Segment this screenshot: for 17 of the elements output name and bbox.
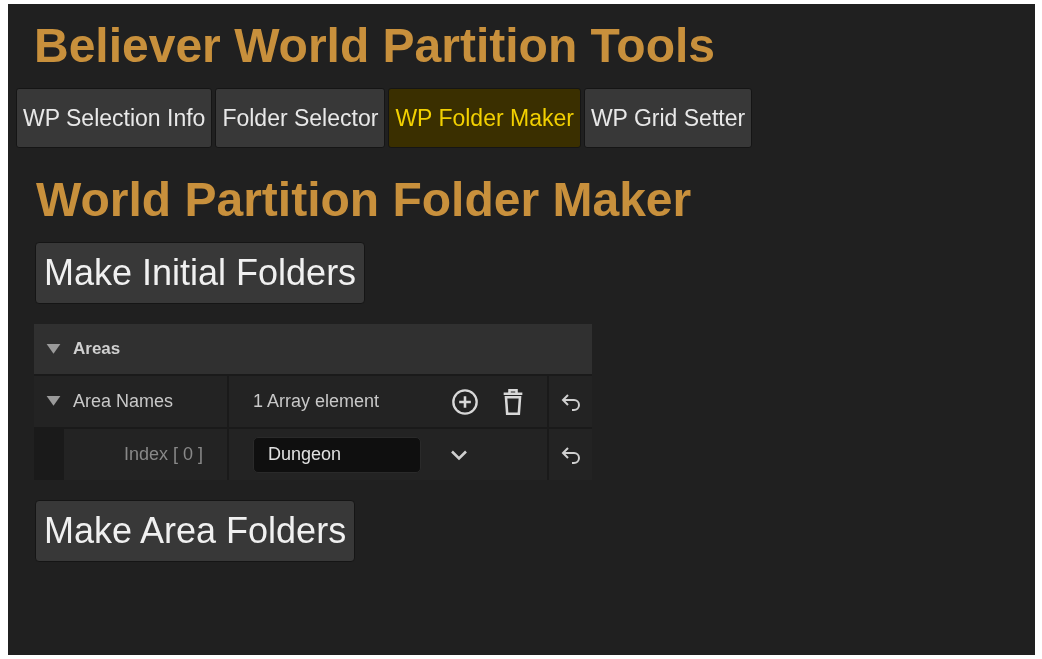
- index-label: Index [ 0 ]: [123, 444, 203, 465]
- make-initial-folders-button[interactable]: Make Initial Folders: [35, 242, 366, 304]
- section-heading: World Partition Folder Maker: [36, 172, 693, 228]
- expand-arrow-icon[interactable]: [46, 343, 61, 355]
- tab[interactable]: Folder Selector: [215, 88, 386, 148]
- category-header[interactable]: Areas: [34, 324, 592, 374]
- expand-arrow-icon[interactable]: [46, 396, 61, 407]
- array-count: 1 Array element: [253, 391, 380, 412]
- add-icon[interactable]: [451, 387, 479, 416]
- panel-title: Believer World Partition Tools: [34, 18, 716, 74]
- tab[interactable]: WP Grid Setter: [583, 88, 753, 148]
- tab[interactable]: WP Folder Maker: [388, 88, 581, 148]
- make-area-folders-button[interactable]: Make Area Folders: [35, 500, 356, 562]
- text-field[interactable]: Dungeon: [253, 436, 421, 473]
- property-label: Area Names: [73, 391, 174, 412]
- tab[interactable]: WP Selection Info: [16, 88, 213, 148]
- category-label: Areas: [73, 339, 121, 359]
